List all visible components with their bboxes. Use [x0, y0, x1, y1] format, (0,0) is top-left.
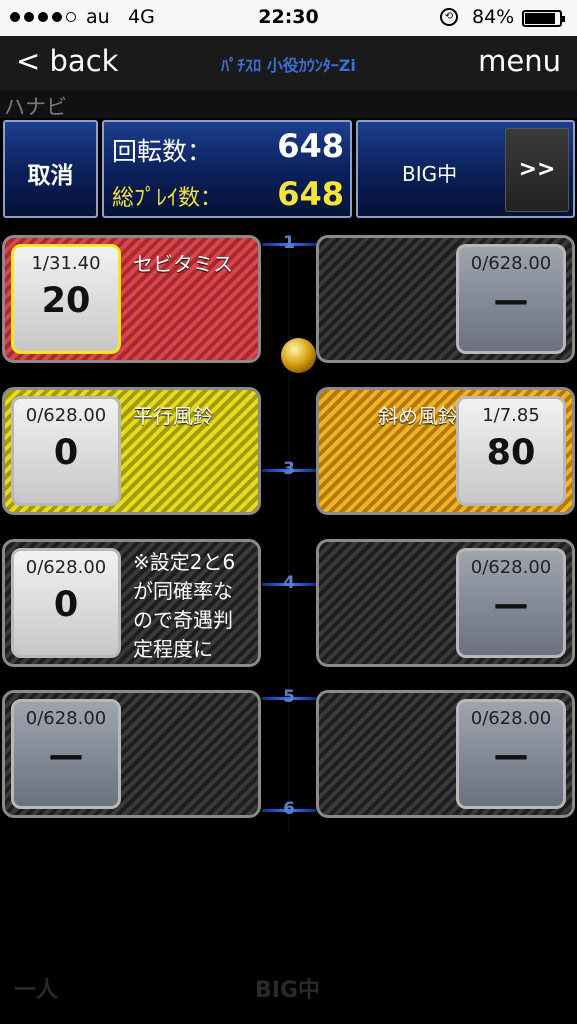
- center-rail: [288, 232, 290, 832]
- role-note: ※設定2と6 が同確率な ので奇遇判 定程度に: [133, 550, 236, 661]
- probability: 1/31.40: [31, 253, 101, 274]
- mode-panel: BIG中 >>: [356, 120, 575, 218]
- probability: 1/7.85: [482, 405, 540, 426]
- row-marker-3: 3: [262, 459, 316, 480]
- count: —: [493, 585, 529, 625]
- role-name: 平行風鈴: [133, 404, 213, 428]
- counter-panel-r3-left: ※設定2と6 が同確率な ので奇遇判 定程度に 0/628.00 0: [2, 539, 261, 667]
- counter-button[interactable]: 1/31.40 20: [11, 244, 121, 354]
- counter-panel-r1-left: セビタミス 1/31.40 20: [2, 235, 261, 363]
- menu-button[interactable]: menu: [478, 44, 561, 78]
- spins-label: 回転数：: [112, 137, 213, 166]
- row-marker-5: 5: [262, 687, 316, 708]
- row-marker-1: 1: [262, 233, 316, 254]
- count: 0: [53, 433, 79, 473]
- battery-percent: 84%: [472, 6, 515, 28]
- counter-panel-r4-left: 0/628.00 —: [2, 690, 261, 818]
- counter-button[interactable]: 0/628.00 —: [456, 699, 566, 809]
- machine-bar: ハナビ: [0, 90, 577, 119]
- probability: 0/628.00: [25, 557, 107, 578]
- counter-panel-r2-left: 平行風鈴 0/628.00 0: [2, 387, 261, 515]
- status-bar: au 4G 22:30 ⟲ 84%: [0, 0, 577, 36]
- counter-button[interactable]: 0/628.00 0: [11, 548, 121, 658]
- next-mode-button[interactable]: >>: [505, 128, 569, 212]
- count: 20: [41, 281, 91, 321]
- total-plays-label: 総ﾌﾟﾚｲ数：: [112, 186, 223, 211]
- navigation-bar: < back ﾊﾟﾁｽﾛ 小役ｶｳﾝﾀｰZi menu: [0, 36, 577, 90]
- total-plays-value: 648: [277, 175, 344, 213]
- count: 80: [486, 433, 536, 473]
- spin-counter-panel: 回転数： 648 総ﾌﾟﾚｲ数： 648: [102, 120, 352, 218]
- counter-panel-r3-right: 0/628.00 —: [316, 539, 575, 667]
- footer-ghost-left: 一人: [14, 978, 59, 1003]
- probability: 0/628.00: [25, 708, 107, 729]
- count: 0: [53, 585, 79, 625]
- probability: 0/628.00: [470, 253, 552, 274]
- probability: 0/628.00: [470, 557, 552, 578]
- counter-panel-r4-right: 0/628.00 —: [316, 690, 575, 818]
- count: —: [493, 736, 529, 776]
- count: —: [48, 736, 84, 776]
- row-marker-4: 4: [262, 573, 316, 594]
- counter-button[interactable]: 0/628.00 —: [456, 548, 566, 658]
- role-name: 斜め風鈴: [378, 404, 458, 428]
- footer-ghost-center: BIG中: [255, 978, 321, 1003]
- cancel-label: 取消: [27, 163, 74, 189]
- counter-button[interactable]: 0/628.00 —: [456, 244, 566, 354]
- machine-name: ハナビ: [4, 95, 67, 119]
- mode-label: BIG中: [402, 162, 458, 186]
- counter-button[interactable]: 0/628.00 0: [11, 396, 121, 506]
- spins-value: 648: [277, 127, 344, 165]
- counter-panel-r1-right: 0/628.00 —: [316, 235, 575, 363]
- probability: 0/628.00: [25, 405, 107, 426]
- position-ball-icon: [281, 338, 316, 373]
- rotation-lock-icon: ⟲: [440, 8, 458, 26]
- counter-button[interactable]: 0/628.00 —: [11, 699, 121, 809]
- probability: 0/628.00: [470, 708, 552, 729]
- counter-panel-r2-right: 斜め風鈴 1/7.85 80: [316, 387, 575, 515]
- cancel-button[interactable]: 取消: [3, 120, 98, 218]
- count: —: [493, 281, 529, 321]
- counter-button[interactable]: 1/7.85 80: [456, 396, 566, 506]
- battery-icon: [522, 10, 565, 27]
- row-marker-6: 6: [262, 799, 316, 820]
- role-name: セビタミス: [133, 252, 233, 276]
